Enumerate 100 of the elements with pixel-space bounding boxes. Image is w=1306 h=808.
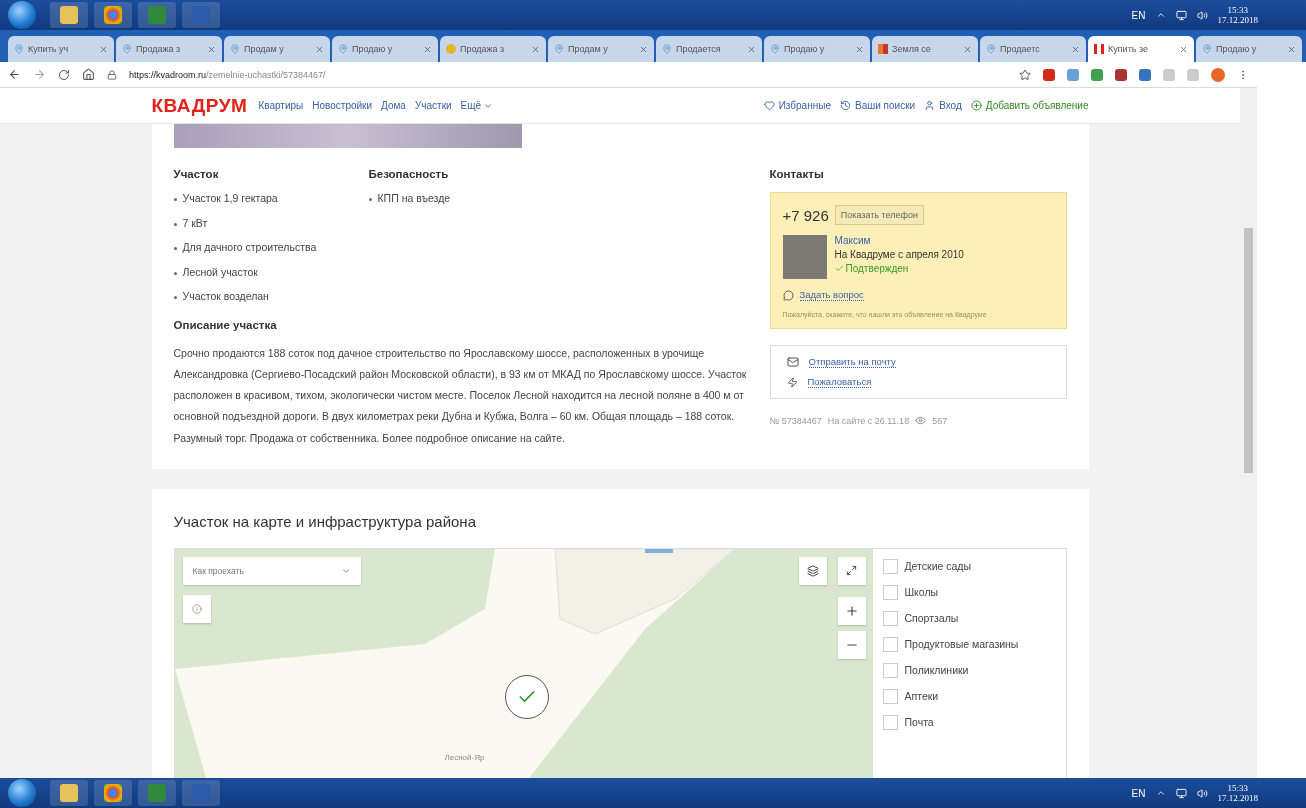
extension-icon[interactable]: [1067, 68, 1079, 81]
network-icon[interactable]: [1175, 9, 1187, 21]
zoom-out-button[interactable]: [837, 631, 866, 659]
nav-link[interactable]: Новостройки: [312, 100, 373, 111]
nav-link[interactable]: Квартиры: [258, 100, 304, 111]
browser-tab[interactable]: Продаю у: [1196, 36, 1302, 62]
site-logo[interactable]: КВАДРУМ: [151, 94, 248, 117]
extension-icon[interactable]: [1115, 68, 1127, 81]
browser-tab[interactable]: Продам у: [548, 36, 654, 62]
plus-circle-icon: [970, 100, 982, 111]
close-icon[interactable]: [531, 44, 540, 54]
address-field[interactable]: https://kvadroom.ru/zemelnie-uchastki/57384467/: [129, 69, 326, 80]
map-pin-icon: [122, 44, 132, 54]
show-phone-button[interactable]: Показать телефон: [834, 205, 924, 225]
chat-icon: [782, 289, 794, 301]
close-icon[interactable]: [99, 44, 108, 54]
home-icon[interactable]: [82, 68, 95, 81]
bookmark-star-icon[interactable]: [1019, 68, 1031, 81]
extension-icon[interactable]: [1091, 68, 1103, 81]
language-indicator[interactable]: EN: [1131, 787, 1146, 799]
browser-tab[interactable]: Продаю у: [764, 36, 870, 62]
route-select[interactable]: Как проехать: [182, 557, 361, 585]
listing-number: № 57384467: [769, 415, 822, 426]
section-heading: Безопасность: [368, 168, 450, 180]
layers-button[interactable]: [798, 557, 827, 585]
close-icon[interactable]: [423, 44, 432, 54]
extension-icon[interactable]: [1043, 68, 1055, 81]
browser-tab[interactable]: Купить зе: [1088, 36, 1194, 62]
layer-checkbox[interactable]: Поликлиники: [882, 663, 1056, 678]
language-indicator[interactable]: EN: [1131, 9, 1146, 21]
browser-tab[interactable]: Продаетс: [980, 36, 1086, 62]
browser-tab[interactable]: Продается: [656, 36, 762, 62]
header-link[interactable]: Вход: [924, 100, 962, 111]
nav-link[interactable]: Ещё: [460, 100, 494, 111]
layer-checkbox[interactable]: Спортзалы: [882, 611, 1056, 626]
expand-icon: [846, 565, 857, 577]
seller-name[interactable]: Максим: [834, 235, 964, 246]
layer-checkbox[interactable]: Детские сады: [882, 559, 1056, 574]
browser-tab[interactable]: Продажа з: [116, 36, 222, 62]
verified-status: Подтвержден: [834, 263, 964, 274]
browser-tab[interactable]: Продам у: [224, 36, 330, 62]
header-link[interactable]: Добавить объявление: [970, 100, 1089, 111]
info-icon: [191, 604, 202, 614]
browser-icon[interactable]: [94, 2, 132, 28]
close-icon[interactable]: [855, 44, 864, 54]
action-link[interactable]: Пожаловаться: [807, 376, 872, 388]
volume-icon[interactable]: [1196, 787, 1208, 799]
section-heading: Участок: [173, 168, 220, 180]
feature-item: 7 кВт: [182, 216, 208, 229]
layer-checkbox[interactable]: Продуктовые магазины: [882, 637, 1056, 652]
network-icon[interactable]: [1175, 787, 1187, 799]
tray-expand-icon[interactable]: [1155, 10, 1166, 20]
bullet-icon: [368, 198, 372, 201]
history-icon: [839, 100, 851, 111]
spreadsheet-app-icon[interactable]: [138, 780, 176, 806]
ask-question-link[interactable]: Задать вопрос: [799, 289, 864, 301]
volume-icon[interactable]: [1196, 9, 1208, 21]
extension-icon[interactable]: [1139, 68, 1151, 81]
spreadsheet-app-icon[interactable]: [138, 2, 176, 28]
back-icon[interactable]: [8, 68, 21, 81]
header-link[interactable]: Избранные: [763, 100, 831, 111]
browser-tab[interactable]: Продаю у: [332, 36, 438, 62]
tray-expand-icon[interactable]: [1155, 788, 1166, 798]
action-link[interactable]: Отправить на почту: [808, 356, 896, 368]
profile-avatar[interactable]: [1211, 67, 1225, 82]
close-icon[interactable]: [747, 44, 756, 54]
layer-checkbox[interactable]: Школы: [882, 585, 1056, 600]
nav-link[interactable]: Дома: [381, 100, 406, 111]
zoom-in-button[interactable]: [837, 597, 866, 625]
nav-link[interactable]: Участки: [414, 100, 452, 111]
bullet-icon: [173, 271, 177, 275]
browser-icon[interactable]: [94, 780, 132, 806]
mail-icon: [786, 356, 799, 368]
lock-icon: [107, 69, 117, 80]
clock[interactable]: 15:33 17.12.2018: [1217, 783, 1258, 803]
folder-icon[interactable]: [50, 2, 88, 28]
browser-tab[interactable]: Земля се: [872, 36, 978, 62]
close-icon[interactable]: [639, 44, 648, 54]
layer-checkbox[interactable]: Почта: [882, 715, 1056, 730]
close-icon[interactable]: [315, 44, 324, 54]
start-button[interactable]: [8, 1, 36, 29]
reload-icon[interactable]: [58, 68, 70, 81]
folder-icon[interactable]: [50, 780, 88, 806]
avatar-placeholder: [782, 235, 827, 279]
browser-tab[interactable]: Продажа з: [440, 36, 546, 62]
header-link[interactable]: Ваши поиски: [839, 100, 916, 111]
feature-item: Лесной участок: [182, 265, 258, 278]
close-icon[interactable]: [1179, 44, 1188, 54]
close-icon[interactable]: [1071, 44, 1080, 54]
forward-icon[interactable]: [33, 68, 46, 81]
close-icon[interactable]: [963, 44, 972, 54]
start-button[interactable]: [8, 779, 36, 807]
fullscreen-button[interactable]: [837, 557, 866, 585]
browser-tab[interactable]: Купить уч: [8, 36, 114, 62]
close-icon[interactable]: [1287, 44, 1296, 54]
clock[interactable]: 15:33 17.12.2018: [1217, 5, 1258, 25]
close-icon[interactable]: [207, 44, 216, 54]
layer-checkbox[interactable]: Аптеки: [882, 689, 1056, 704]
eye-icon: [915, 415, 927, 426]
chevron-down-icon: [340, 566, 351, 576]
